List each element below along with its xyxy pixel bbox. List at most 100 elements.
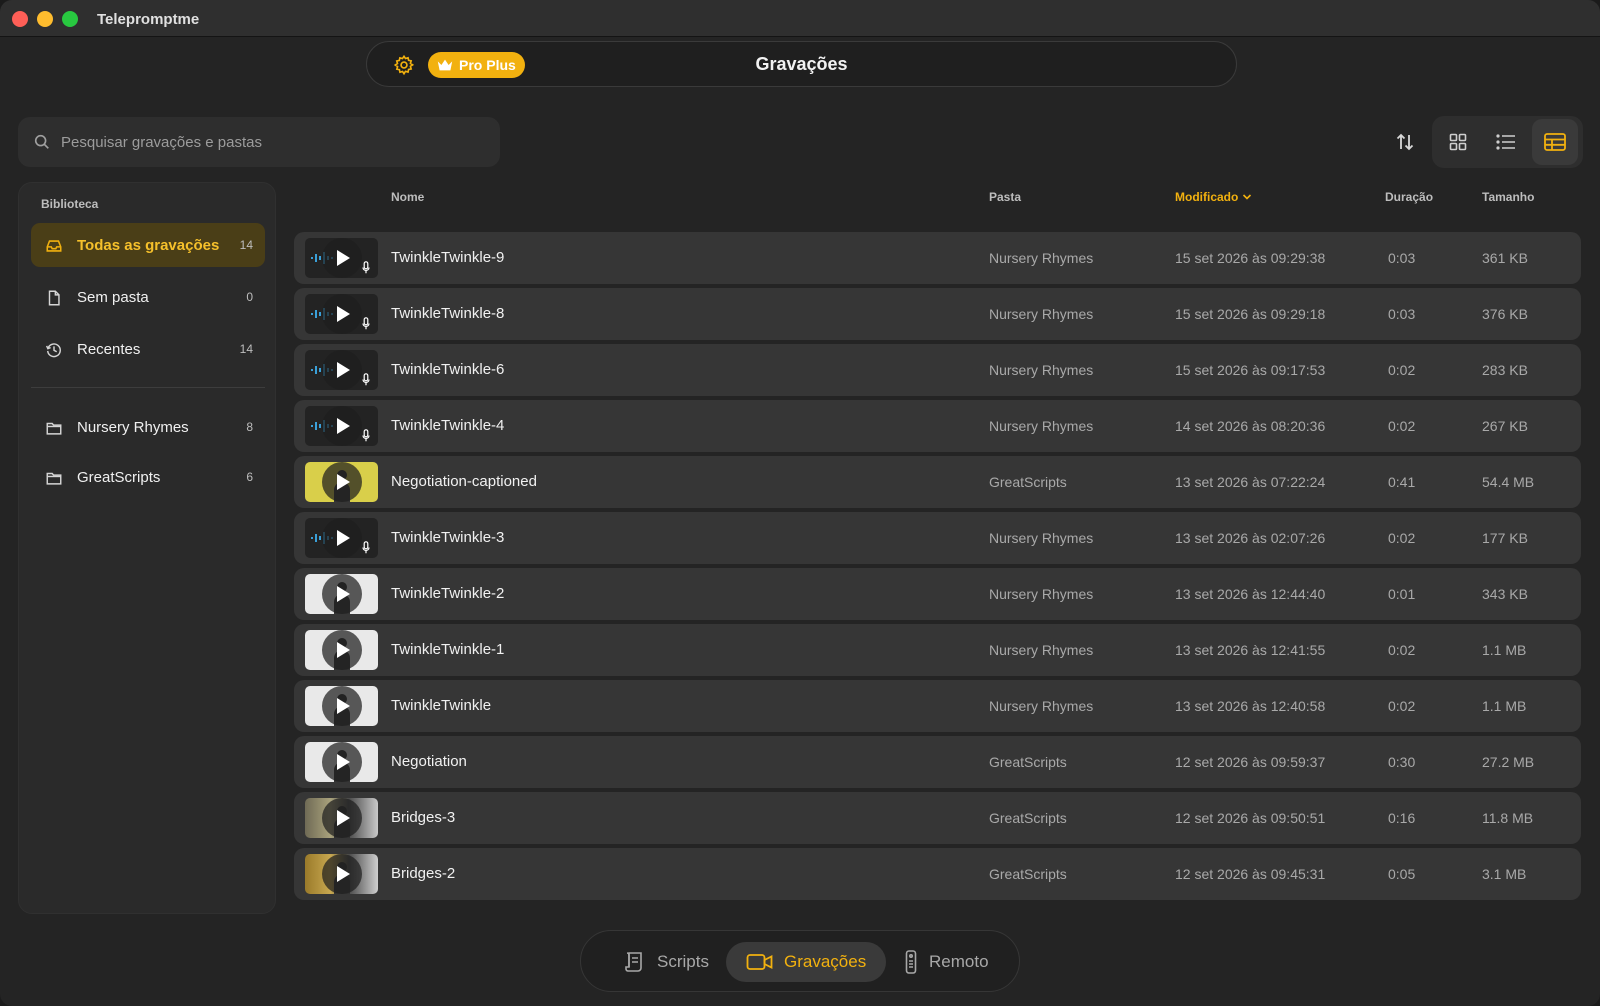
- search-bar: [18, 117, 500, 167]
- recording-thumbnail[interactable]: [305, 686, 378, 726]
- sidebar-item-count: 8: [246, 420, 253, 434]
- tray-icon: [46, 240, 62, 252]
- recording-thumbnail[interactable]: [305, 406, 378, 446]
- sidebar-item-count: 0: [246, 290, 253, 304]
- recording-modified: 13 set 2026 às 02:07:26: [1175, 530, 1326, 546]
- recording-name: TwinkleTwinkle-3: [391, 529, 505, 546]
- recording-thumbnail[interactable]: [305, 294, 378, 334]
- table-row[interactable]: TwinkleTwinkle Nursery Rhymes 13 set 2026 …: [294, 680, 1581, 732]
- sidebar-folder-nursery-rhymes[interactable]: Nursery Rhymes 8: [31, 405, 265, 449]
- play-icon[interactable]: [321, 406, 362, 446]
- table-row[interactable]: TwinkleTwinkle-4 Nursery Rhymes 14 set 202…: [294, 400, 1581, 452]
- recording-size: 267 KB: [1482, 418, 1528, 434]
- search-input[interactable]: [61, 133, 481, 151]
- table-row[interactable]: Bridges-2 GreatScripts 12 set 2026 às 09:4…: [294, 848, 1581, 900]
- folder-icon: [46, 472, 62, 485]
- sidebar-folder-greatscripts[interactable]: GreatScripts 6: [31, 455, 265, 499]
- play-icon[interactable]: [321, 238, 362, 278]
- recording-size: 361 KB: [1482, 250, 1528, 266]
- recording-thumbnail[interactable]: [305, 630, 378, 670]
- recording-thumbnail[interactable]: [305, 462, 378, 502]
- recording-name: TwinkleTwinkle-2: [391, 585, 505, 602]
- recording-thumbnail[interactable]: [305, 518, 378, 558]
- table-row[interactable]: TwinkleTwinkle-6 Nursery Rhymes 15 set 202…: [294, 344, 1581, 396]
- tab-recordings[interactable]: Gravações: [726, 942, 887, 982]
- sort-button[interactable]: [1391, 128, 1419, 156]
- recording-modified: 12 set 2026 às 09:59:37: [1175, 754, 1326, 770]
- tab-scripts[interactable]: Scripts: [613, 942, 719, 982]
- recording-name: TwinkleTwinkle-4: [391, 417, 505, 434]
- recording-folder: Nursery Rhymes: [989, 698, 1094, 714]
- zoom-window-button[interactable]: [62, 11, 78, 27]
- recording-name: Negotiation: [391, 753, 467, 770]
- column-header-folder[interactable]: Pasta: [989, 190, 1021, 204]
- recording-folder: Nursery Rhymes: [989, 306, 1094, 322]
- app-window: Telepromptme Pro Plus Gravações Pesquisa…: [0, 0, 1600, 1006]
- title-bar: Telepromptme: [0, 0, 1600, 37]
- play-icon[interactable]: [321, 294, 362, 334]
- list-view-button[interactable]: [1483, 119, 1529, 165]
- play-icon[interactable]: [321, 630, 362, 670]
- table-row[interactable]: TwinkleTwinkle-3 Nursery Rhymes 13 set 202…: [294, 512, 1581, 564]
- minimize-window-button[interactable]: [37, 11, 53, 27]
- table-row[interactable]: Negotiation-captioned GreatScripts 13 set …: [294, 456, 1581, 508]
- microphone-icon: [362, 429, 370, 442]
- recording-name: Bridges-2: [391, 865, 456, 882]
- sidebar-item-no-folder[interactable]: Sem pasta 0: [31, 275, 265, 319]
- recording-modified: 15 set 2026 às 09:29:18: [1175, 306, 1326, 322]
- recording-thumbnail[interactable]: [305, 854, 378, 894]
- microphone-icon: [362, 261, 370, 274]
- recording-folder: GreatScripts: [989, 810, 1067, 826]
- sidebar-item-recent[interactable]: Recentes 14: [31, 327, 265, 371]
- recording-thumbnail[interactable]: [305, 742, 378, 782]
- table-view-icon: [1543, 133, 1566, 151]
- play-icon[interactable]: [321, 574, 362, 614]
- recording-thumbnail[interactable]: [305, 238, 378, 278]
- header-bar: Pro Plus Gravações: [366, 41, 1237, 87]
- play-icon[interactable]: [321, 854, 362, 894]
- play-icon[interactable]: [321, 462, 362, 502]
- column-header-modified-label: Modificado: [1175, 190, 1239, 204]
- table-view-button[interactable]: [1531, 119, 1578, 165]
- play-icon[interactable]: [321, 798, 362, 838]
- recording-size: 177 KB: [1482, 530, 1528, 546]
- column-header-duration[interactable]: Duração: [1385, 190, 1433, 204]
- table-row[interactable]: TwinkleTwinkle-1 Nursery Rhymes 13 set 202…: [294, 624, 1581, 676]
- page-title: Gravações: [755, 54, 848, 74]
- recording-thumbnail[interactable]: [305, 798, 378, 838]
- recording-size: 343 KB: [1482, 586, 1528, 602]
- recording-modified: 13 set 2026 às 12:44:40: [1175, 586, 1326, 602]
- sidebar-item-count: 14: [239, 238, 253, 252]
- close-window-button[interactable]: [12, 11, 28, 27]
- document-icon: [48, 290, 60, 306]
- play-icon[interactable]: [321, 686, 362, 726]
- play-icon[interactable]: [321, 518, 362, 558]
- column-header-name[interactable]: Nome: [391, 190, 424, 204]
- sidebar-item-all-recordings[interactable]: Todas as gravações 14: [31, 223, 265, 267]
- table-row[interactable]: Bridges-3 GreatScripts 12 set 2026 às 09:5…: [294, 792, 1581, 844]
- column-header-modified[interactable]: Modificado: [1175, 190, 1252, 204]
- bottom-tab-bar: Scripts Gravações Remoto: [580, 930, 1020, 992]
- sidebar: Biblioteca Todas as gravações 14 Sem pas…: [18, 182, 276, 914]
- recording-folder: Nursery Rhymes: [989, 250, 1094, 266]
- play-icon[interactable]: [321, 742, 362, 782]
- table-row[interactable]: TwinkleTwinkle-9 Nursery Rhymes 15 set 202…: [294, 232, 1581, 284]
- table-row[interactable]: Negotiation GreatScripts 12 set 2026 às 09…: [294, 736, 1581, 788]
- recording-name: TwinkleTwinkle: [391, 697, 492, 714]
- video-camera-icon: [746, 954, 773, 970]
- table-row[interactable]: TwinkleTwinkle-8 Nursery Rhymes 15 set 202…: [294, 288, 1581, 340]
- recording-thumbnail[interactable]: [305, 350, 378, 390]
- play-icon[interactable]: [321, 350, 362, 390]
- column-header-size[interactable]: Tamanho: [1482, 190, 1534, 204]
- grid-view-button[interactable]: [1435, 119, 1481, 165]
- recording-folder: GreatScripts: [989, 474, 1067, 490]
- recording-folder: Nursery Rhymes: [989, 586, 1094, 602]
- table-row[interactable]: TwinkleTwinkle-2 Nursery Rhymes 13 set 202…: [294, 568, 1581, 620]
- recording-folder: Nursery Rhymes: [989, 530, 1094, 546]
- recording-thumbnail[interactable]: [305, 574, 378, 614]
- recording-duration: 0:01: [1388, 586, 1416, 602]
- app-title: Telepromptme: [97, 11, 200, 28]
- tab-remote[interactable]: Remoto: [893, 942, 999, 982]
- recording-duration: 0:16: [1388, 810, 1416, 826]
- recording-duration: 0:02: [1388, 362, 1416, 378]
